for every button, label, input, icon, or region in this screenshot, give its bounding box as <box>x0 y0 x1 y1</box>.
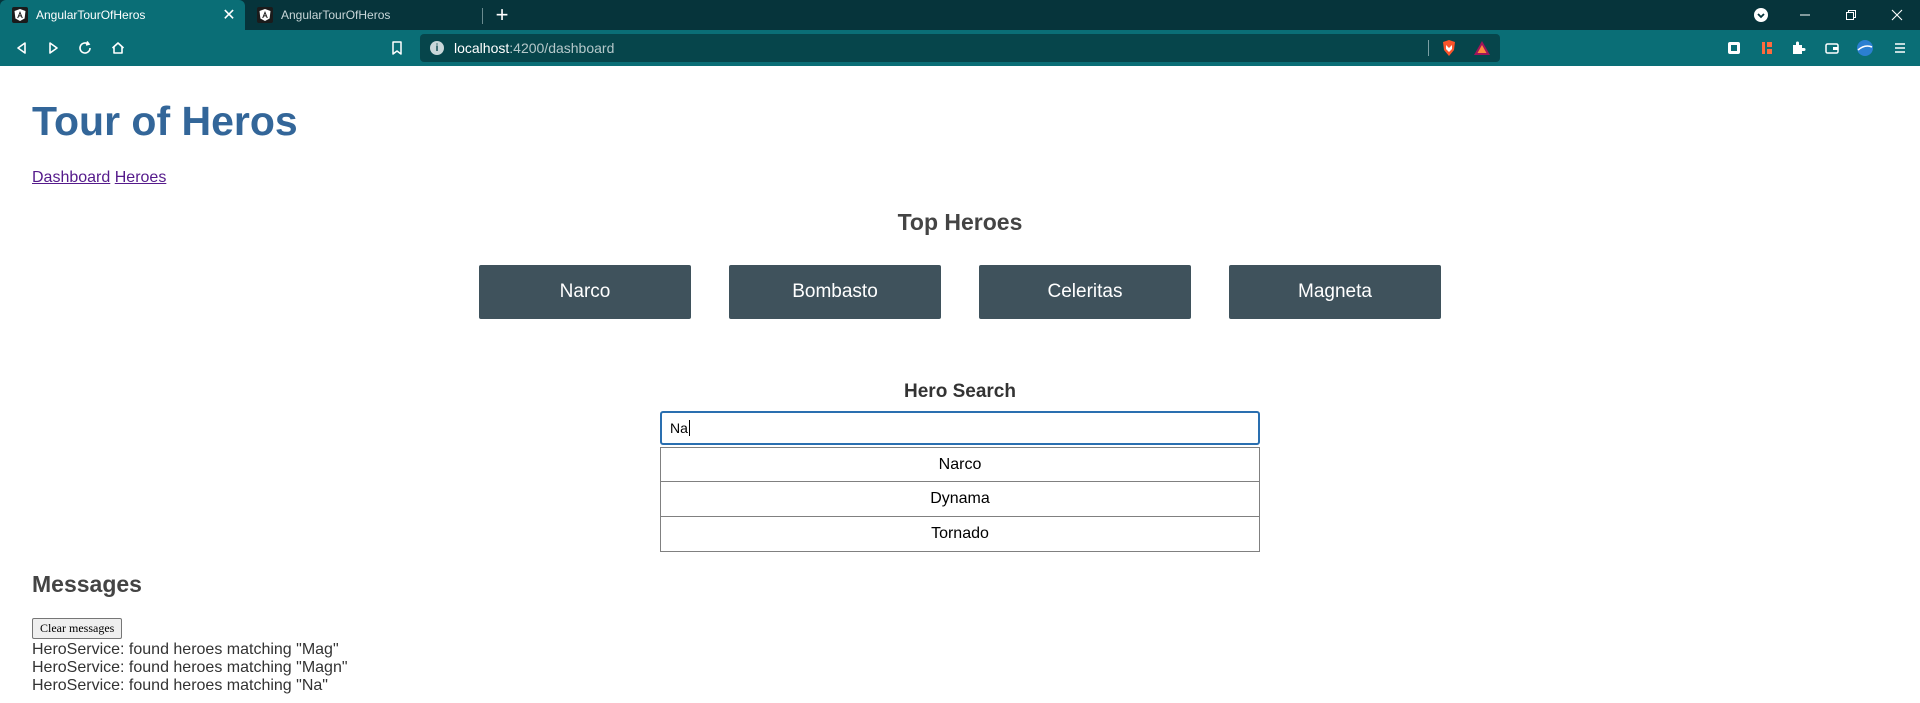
brave-shields-icon[interactable] <box>1440 39 1458 57</box>
bookmark-icon[interactable] <box>385 36 409 60</box>
tab-divider <box>482 8 483 24</box>
text-caret <box>688 420 690 436</box>
app-page: Tour of Heros Dashboard Heroes Top Heroe… <box>0 66 1920 703</box>
search-input-value: Na <box>670 420 688 436</box>
profile-avatar-icon[interactable] <box>1853 36 1877 60</box>
reload-icon[interactable] <box>73 36 97 60</box>
nav-link-heroes[interactable]: Heroes <box>115 169 167 186</box>
hero-tile[interactable]: Magneta <box>1229 265 1441 319</box>
search-result-item[interactable]: Dynama <box>660 482 1260 517</box>
extension-translate-icon[interactable] <box>1722 36 1746 60</box>
home-icon[interactable] <box>106 36 130 60</box>
extension-icon[interactable] <box>1755 36 1779 60</box>
menu-hamburger-icon[interactable] <box>1888 36 1912 60</box>
wallet-icon[interactable] <box>1820 36 1844 60</box>
url-path: :4200/dashboard <box>509 40 615 56</box>
search-results-list: Narco Dynama Tornado <box>660 447 1260 552</box>
browser-tab-active[interactable]: AngularTourOfHeros ✕ <box>0 0 245 30</box>
top-heroes-heading: Top Heroes <box>897 209 1023 235</box>
close-window-icon[interactable] <box>1874 0 1920 30</box>
close-tab-icon[interactable]: ✕ <box>219 5 239 25</box>
clear-messages-button[interactable]: Clear messages <box>32 618 123 639</box>
forward-icon[interactable] <box>41 36 65 60</box>
tab-title: AngularTourOfHeros <box>281 8 391 22</box>
back-icon[interactable] <box>10 36 34 60</box>
url-host: localhost <box>454 40 510 56</box>
address-bar[interactable]: i localhost:4200/dashboard <box>420 34 1500 62</box>
app-title: Tour of Heros <box>32 98 298 144</box>
tab-search-icon[interactable] <box>1738 0 1784 30</box>
minimize-icon[interactable] <box>1782 0 1828 30</box>
hero-tile[interactable]: Bombasto <box>729 265 941 319</box>
message-item: HeroService: found heroes matching "Mag" <box>32 641 339 658</box>
search-result-item[interactable]: Tornado <box>660 517 1260 552</box>
hero-tile[interactable]: Narco <box>479 265 691 319</box>
top-heroes-grid: Narco Bombasto Celeritas Magneta <box>479 265 1441 319</box>
main-nav: Dashboard Heroes <box>32 169 166 187</box>
search-result-item[interactable]: Narco <box>660 447 1260 482</box>
message-item: HeroService: found heroes matching "Na" <box>32 677 328 694</box>
browser-tab-inactive[interactable]: AngularTourOfHeros <box>245 0 483 30</box>
hero-tile[interactable]: Celeritas <box>979 265 1191 319</box>
brave-rewards-icon[interactable] <box>1473 39 1491 57</box>
message-list: HeroService: found heroes matching "Mag"… <box>32 641 348 695</box>
site-info-icon[interactable]: i <box>430 41 444 55</box>
angular-logo-icon <box>12 7 28 23</box>
hero-search-input[interactable]: Na <box>660 411 1260 445</box>
hero-search-label: Hero Search <box>904 381 1016 402</box>
puzzle-extensions-icon[interactable] <box>1786 36 1810 60</box>
browser-tab-bar: AngularTourOfHeros ✕ AngularTourOfHeros … <box>0 0 1920 30</box>
restore-icon[interactable] <box>1828 0 1874 30</box>
angular-logo-icon <box>257 7 273 23</box>
nav-link-dashboard[interactable]: Dashboard <box>32 169 110 186</box>
browser-toolbar: i localhost:4200/dashboard <box>0 30 1920 66</box>
messages-heading: Messages <box>32 571 142 597</box>
tab-title: AngularTourOfHeros <box>36 8 146 22</box>
new-tab-plus-icon[interactable]: + <box>490 2 514 27</box>
url-text: localhost:4200/dashboard <box>454 40 614 56</box>
address-bar-divider <box>1428 40 1429 56</box>
message-item: HeroService: found heroes matching "Magn… <box>32 659 348 676</box>
